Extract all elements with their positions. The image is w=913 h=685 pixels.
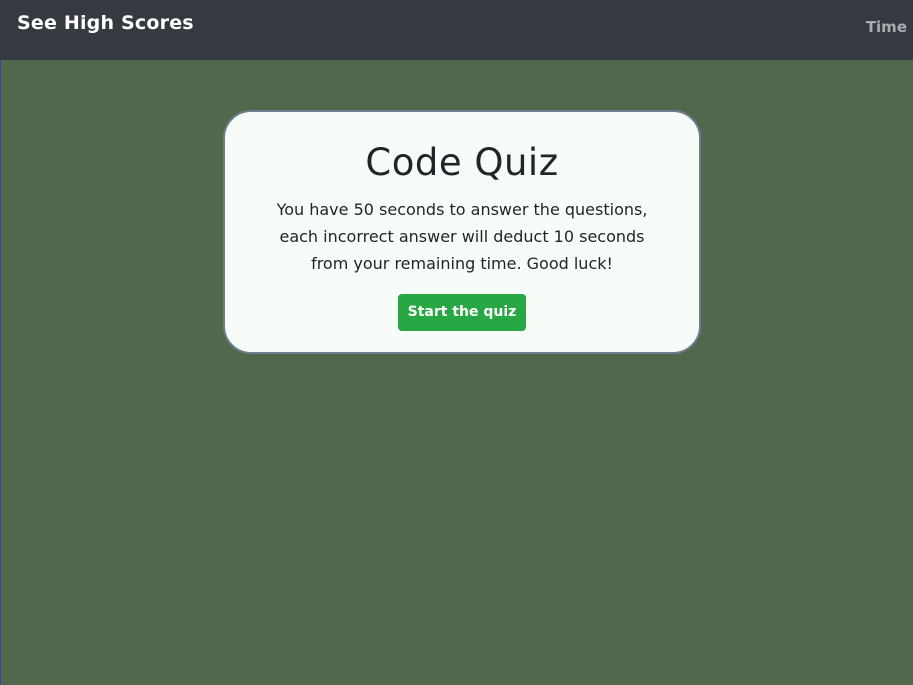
page-left-border	[0, 60, 1, 685]
instructions-line-3: from your remaining time. Good luck!	[311, 254, 613, 273]
timer-label: Time	[865, 18, 907, 36]
quiz-intro-card: Code Quiz You have 50 seconds to answer …	[223, 110, 701, 354]
high-scores-link[interactable]: See High Scores	[17, 12, 194, 34]
instructions-line-1: You have 50 seconds to answer the questi…	[276, 200, 648, 219]
instructions-line-2: each incorrect answer will deduct 10 sec…	[279, 227, 645, 246]
quiz-title: Code Quiz	[365, 141, 559, 184]
quiz-instructions: You have 50 seconds to answer the questi…	[242, 196, 682, 277]
start-quiz-button[interactable]: Start the quiz	[398, 294, 526, 331]
top-navbar: See High Scores Time	[0, 0, 913, 60]
